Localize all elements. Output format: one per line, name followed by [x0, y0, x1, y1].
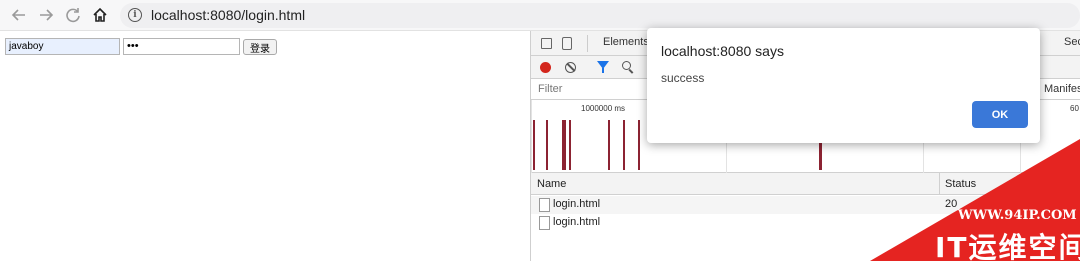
timeline-gridline [531, 100, 532, 173]
address-bar[interactable]: i localhost:8080/login.html [120, 3, 1080, 28]
filter-input[interactable]: Filter [538, 83, 562, 95]
tab-security[interactable]: Sec [1064, 36, 1080, 48]
waterfall-bar [569, 120, 571, 170]
password-input[interactable]: ••• [123, 38, 240, 55]
watermark: WWW.94IP.COM IT运维空间 [870, 139, 1080, 261]
home-icon[interactable] [90, 5, 110, 25]
waterfall-bar [638, 120, 640, 170]
ok-button[interactable]: OK [972, 101, 1028, 128]
waterfall-bar [562, 120, 566, 170]
record-icon[interactable] [540, 62, 551, 73]
document-icon [539, 216, 550, 230]
request-name: login.html [553, 216, 601, 228]
search-icon[interactable] [622, 61, 631, 70]
document-icon [539, 198, 550, 212]
dialog-message: success [661, 71, 705, 85]
login-button[interactable]: 登录 [243, 39, 277, 55]
watermark-url: WWW.94IP.COM [958, 208, 1077, 223]
reload-icon[interactable] [63, 5, 83, 25]
filter-icon[interactable] [597, 61, 609, 73]
back-arrow-icon[interactable] [9, 5, 29, 25]
url-text[interactable]: localhost:8080/login.html [151, 7, 305, 23]
page-content: javaboy ••• 登录 [0, 32, 530, 261]
inspect-element-icon[interactable] [541, 38, 552, 49]
forward-arrow-icon[interactable] [36, 5, 56, 25]
waterfall-bar [623, 120, 625, 170]
waterfall-bar [546, 120, 548, 170]
alert-dialog: localhost:8080 says success OK [647, 28, 1040, 143]
column-name[interactable]: Name [537, 178, 566, 190]
watermark-logo-text: IT运维空间 [935, 231, 1080, 261]
username-input[interactable]: javaboy [5, 38, 120, 55]
clear-icon[interactable] [565, 62, 576, 73]
browser-toolbar: i localhost:8080/login.html [0, 0, 1080, 31]
device-toolbar-icon[interactable] [562, 37, 572, 50]
manifest-filter[interactable]: Manifes [1044, 83, 1080, 95]
tab-elements[interactable]: Elements [603, 36, 649, 48]
timeline-tick-label-right: 60 [1070, 104, 1079, 113]
request-name: login.html [553, 198, 601, 210]
waterfall-bar [533, 120, 535, 170]
tab-separator [587, 35, 588, 52]
info-icon[interactable]: i [128, 8, 142, 22]
screen: i localhost:8080/login.html javaboy ••• … [0, 0, 1080, 261]
waterfall-bar [608, 120, 610, 170]
dialog-title: localhost:8080 says [661, 43, 784, 59]
timeline-tick-label: 1000000 ms [581, 104, 626, 113]
